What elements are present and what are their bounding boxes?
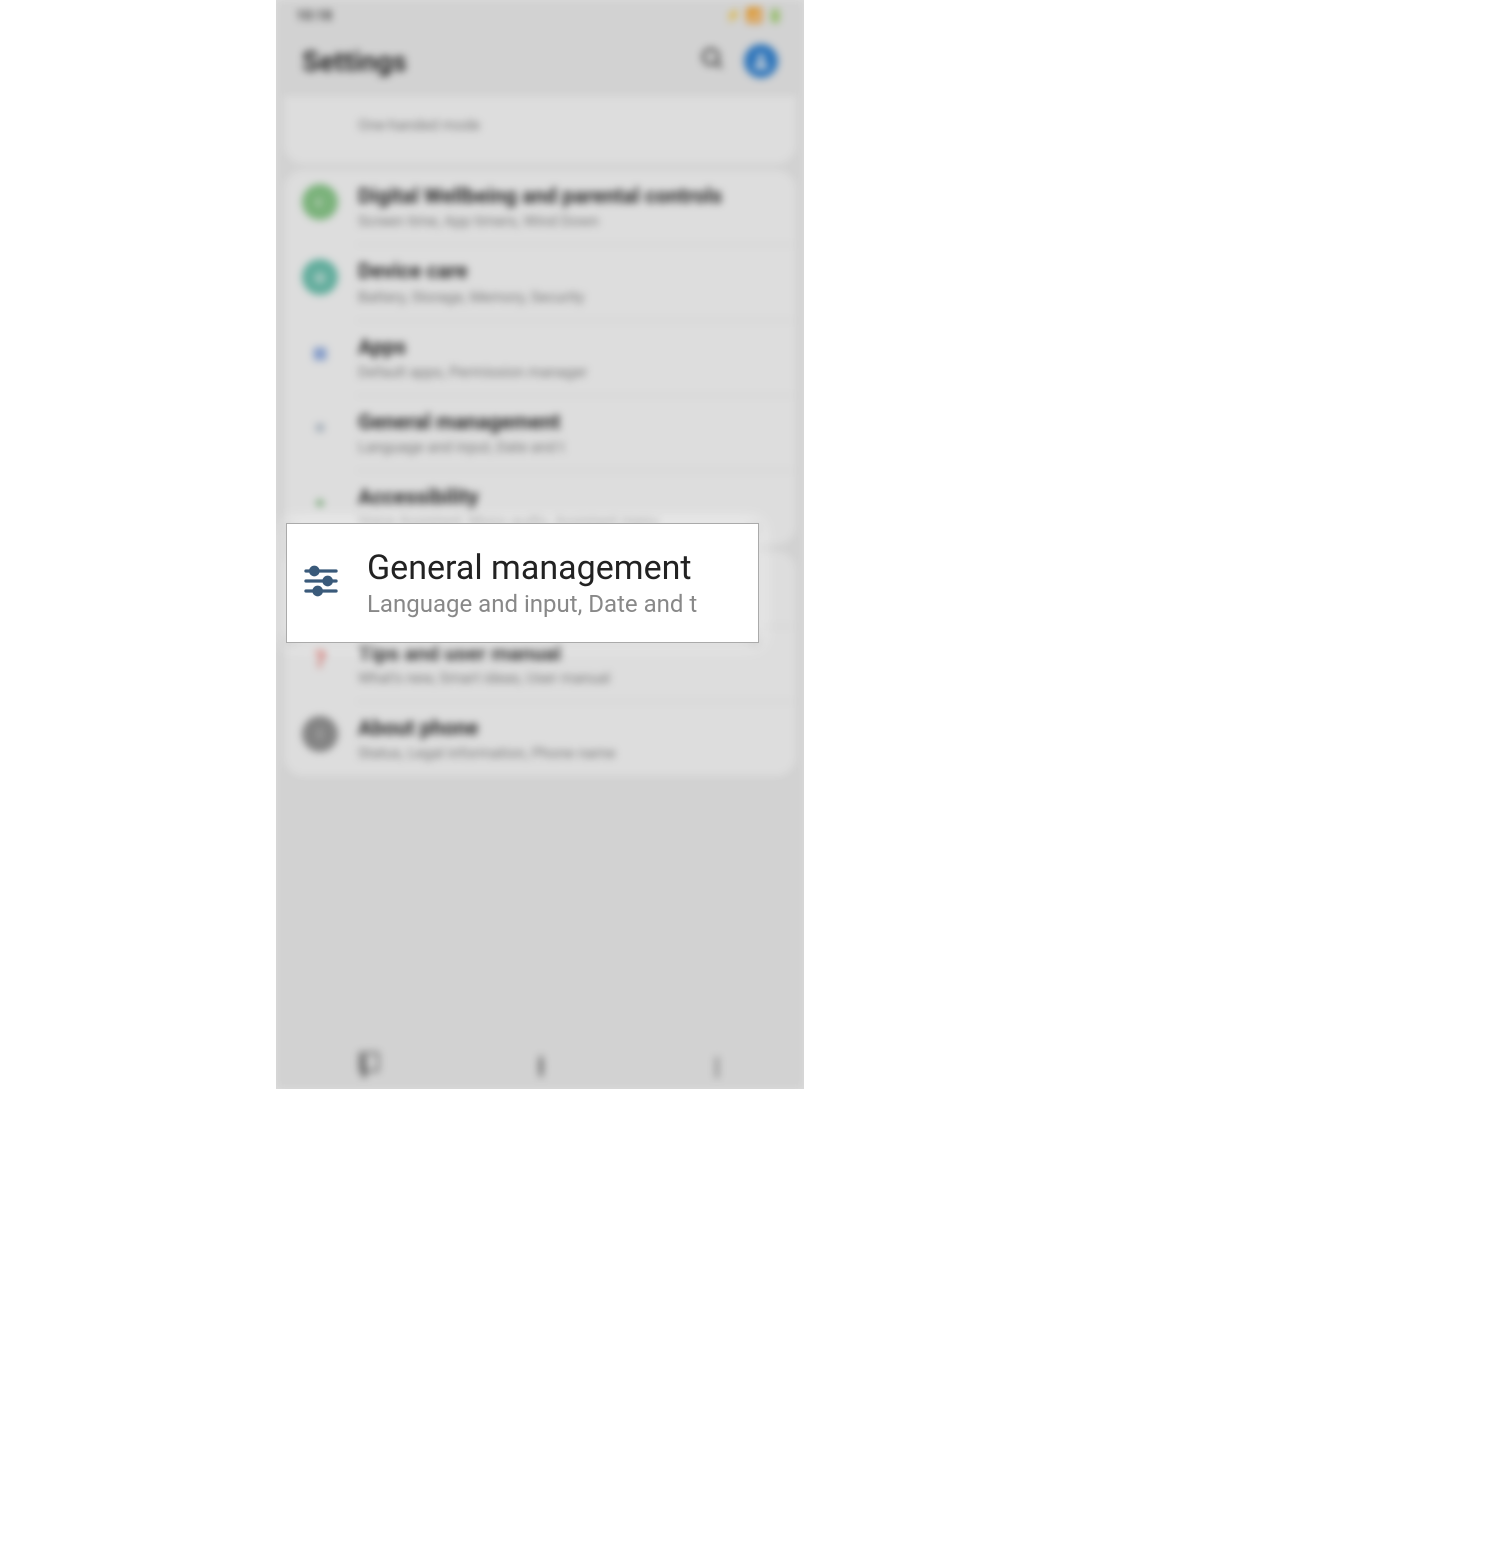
account-avatar[interactable] <box>744 44 778 78</box>
page-title: Settings <box>302 45 700 78</box>
highlight-subtitle: Language and input, Date and t <box>367 590 744 618</box>
item-title: General management <box>358 410 778 436</box>
item-icon: ▦ <box>302 335 338 371</box>
list-item[interactable]: i About phone Status, Legal information, P… <box>284 702 796 776</box>
list-item[interactable]: ▦ Apps Default apps, Permission manager <box>284 321 796 395</box>
item-sub: One-handed mode <box>358 116 778 134</box>
android-navbar <box>276 1043 804 1089</box>
item-icon: ◐ <box>302 184 338 220</box>
sliders-icon <box>301 561 341 605</box>
item-icon: i <box>302 716 338 752</box>
list-item[interactable]: ⊕ Device care Battery, Storage, Memory, Se… <box>284 245 796 319</box>
highlight-title: General management <box>367 548 744 588</box>
settings-card-truncated: One-handed mode <box>284 96 796 164</box>
item-title: Digital Wellbeing and parental controls <box>358 184 778 210</box>
search-icon[interactable] <box>700 46 726 76</box>
list-item[interactable]: ≡ General management Language and input, D… <box>284 396 796 470</box>
list-item[interactable]: ◐ Digital Wellbeing and parental controls… <box>284 170 796 244</box>
item-icon: ≡ <box>302 410 338 446</box>
item-title: About phone <box>358 716 778 742</box>
nav-home-icon[interactable] <box>539 1057 543 1076</box>
item-sub: Language and input, Date and t <box>358 438 778 456</box>
item-title: Tips and user manual <box>358 641 778 667</box>
item-icon: ❓ <box>302 641 338 677</box>
nav-back-icon[interactable] <box>716 1057 718 1076</box>
status-icons: ⚡ 📶 🔋 <box>725 8 784 24</box>
item-title: Accessibility <box>358 485 778 511</box>
placeholder-icon <box>302 114 338 150</box>
status-bar: 10:18 ⚡ 📶 🔋 <box>276 0 804 32</box>
settings-card-1: ◐ Digital Wellbeing and parental controls… <box>284 170 796 545</box>
item-sub: What's new, Smart ideas, User manual <box>358 669 778 687</box>
nav-recent-icon[interactable] <box>362 1057 366 1076</box>
list-item[interactable]: One-handed mode <box>284 100 796 164</box>
item-sub: Battery, Storage, Memory, Security <box>358 288 778 306</box>
status-time: 10:18 <box>296 8 332 24</box>
item-icon: ✦ <box>302 485 338 521</box>
item-title: Device care <box>358 259 778 285</box>
header: Settings <box>276 32 804 96</box>
item-sub: Status, Legal information, Phone name <box>358 744 778 762</box>
item-sub: Default apps, Permission manager <box>358 363 778 381</box>
item-sub: Screen time, App timers, Wind Down <box>358 212 778 230</box>
item-icon: ⊕ <box>302 259 338 295</box>
item-title: Apps <box>358 335 778 361</box>
general-management-highlight[interactable]: General management Language and input, D… <box>286 523 759 643</box>
